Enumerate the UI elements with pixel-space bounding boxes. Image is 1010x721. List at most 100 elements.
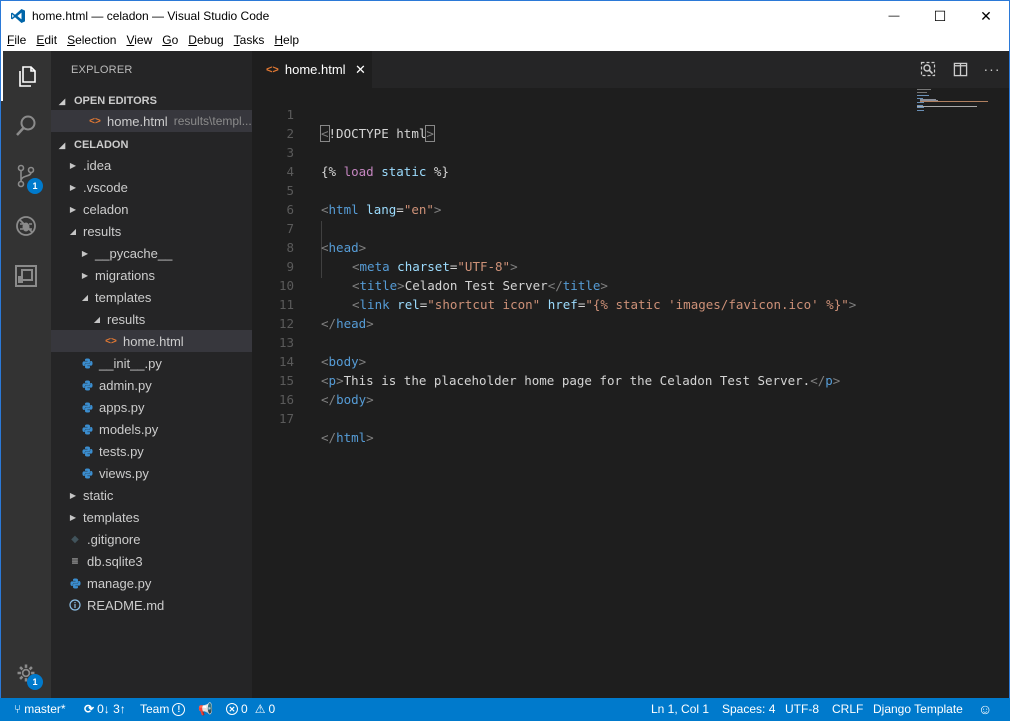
editor-tab-home-html[interactable]: <> home.html ✕ bbox=[252, 51, 372, 88]
menu-help[interactable]: Help bbox=[268, 30, 303, 51]
punc: </ bbox=[321, 430, 337, 445]
code-line-12: 12 bbox=[252, 295, 912, 331]
search-view-button[interactable] bbox=[1, 101, 51, 151]
indentation-label: Spaces: 4 bbox=[722, 702, 776, 716]
menu-selection-label: election bbox=[75, 33, 117, 47]
menu-debug[interactable]: Debug bbox=[182, 30, 227, 51]
tree-folder[interactable]: ▶ .idea bbox=[51, 154, 252, 176]
code-editor[interactable]: 1 <!DOCTYPE html> 2 3 {% load static %} … bbox=[252, 88, 1010, 698]
git-sync-item[interactable]: ⟳ 0↓ 3↑ bbox=[84, 702, 126, 716]
menu-file[interactable]: File bbox=[1, 30, 30, 51]
info-icon: ! bbox=[172, 702, 186, 716]
tree-label: celadon bbox=[83, 201, 129, 217]
tree-file[interactable]: manage.py bbox=[51, 572, 252, 594]
chevron-down-icon: ◢ bbox=[59, 140, 66, 150]
tree-file[interactable]: ◆ .gitignore bbox=[51, 528, 252, 550]
project-header[interactable]: ◢ CELADON bbox=[51, 132, 252, 154]
team-item[interactable]: Team ! bbox=[140, 702, 186, 716]
tree-file[interactable]: models.py bbox=[51, 418, 252, 440]
python-file-icon bbox=[67, 575, 83, 591]
code-line-1: 1 <!DOCTYPE html> bbox=[252, 86, 912, 142]
cursor-position: Ln 1, Col 1 bbox=[651, 702, 710, 716]
maximize-button[interactable]: ☐ bbox=[917, 1, 963, 31]
code-line-17: 17 </html> bbox=[252, 390, 912, 445]
code-line-5: 5 <html lang="en"> bbox=[252, 162, 912, 217]
activity-bar: 1 1 bbox=[0, 51, 51, 698]
explorer-view-button[interactable] bbox=[1, 51, 51, 101]
python-file-icon bbox=[79, 355, 95, 371]
tag-name: html bbox=[336, 430, 367, 445]
tree-folder[interactable]: ◢ templates bbox=[51, 286, 252, 308]
split-editor-button[interactable] bbox=[951, 60, 969, 78]
tree-file[interactable]: views.py bbox=[51, 462, 252, 484]
manage-settings-button[interactable]: 1 bbox=[1, 648, 51, 698]
open-preview-button[interactable] bbox=[919, 60, 937, 78]
more-actions-button[interactable]: ··· bbox=[983, 60, 1001, 78]
extensions-icon bbox=[15, 265, 37, 287]
tree-label: templates bbox=[95, 289, 152, 305]
language-mode-item[interactable]: Django Template bbox=[873, 702, 963, 716]
encoding-item[interactable]: UTF-8 bbox=[785, 702, 819, 716]
tree-file[interactable]: ≡ db.sqlite3 bbox=[51, 550, 252, 572]
tree-label: README.md bbox=[87, 597, 165, 613]
python-file-icon bbox=[79, 399, 95, 415]
menu-go[interactable]: Go bbox=[156, 30, 182, 51]
sync-label: 0↓ 3↑ bbox=[97, 702, 126, 716]
minimize-icon: — bbox=[888, 10, 900, 22]
menu-edit-label: dit bbox=[44, 33, 58, 47]
cursor-position-item[interactable]: Ln 1, Col 1 bbox=[651, 702, 709, 716]
eol-item[interactable]: CRLF bbox=[832, 702, 863, 716]
files-icon bbox=[19, 66, 36, 87]
close-window-button[interactable]: ✕ bbox=[963, 1, 1009, 31]
tree-folder[interactable]: ◢ results bbox=[51, 220, 252, 242]
tree-file[interactable]: README.md bbox=[51, 594, 252, 616]
explorer-sidebar: EXPLORER ◢ OPEN EDITORS <> home.html res… bbox=[51, 51, 252, 698]
tree-folder[interactable]: ▶ .vscode bbox=[51, 176, 252, 198]
code-line-6: 6 bbox=[252, 181, 912, 217]
source-control-view-button[interactable]: 1 bbox=[1, 151, 51, 201]
chevron-right-icon: ▶ bbox=[69, 160, 77, 170]
feedback-item[interactable]: 📢 bbox=[198, 702, 213, 716]
tree-file[interactable]: __init__.py bbox=[51, 352, 252, 374]
info-file-icon bbox=[67, 597, 83, 613]
open-editors-header[interactable]: ◢ OPEN EDITORS bbox=[51, 88, 252, 110]
code-line-13: 13 <body> bbox=[252, 314, 912, 369]
debug-view-button[interactable] bbox=[1, 201, 51, 251]
open-editor-item[interactable]: <> home.html results\templ... bbox=[51, 110, 252, 132]
indentation-item[interactable]: Spaces: 4 bbox=[722, 702, 775, 716]
tree-folder[interactable]: ▶ celadon bbox=[51, 198, 252, 220]
minimize-button[interactable]: — bbox=[871, 1, 917, 31]
tree-folder[interactable]: ▶ static bbox=[51, 484, 252, 506]
extensions-view-button[interactable] bbox=[1, 251, 51, 301]
tree-folder[interactable]: ▶ __pycache__ bbox=[51, 242, 252, 264]
tree-label: __pycache__ bbox=[95, 245, 173, 261]
menu-view[interactable]: View bbox=[120, 30, 156, 51]
tree-label: .gitignore bbox=[87, 531, 141, 547]
chevron-down-icon: ◢ bbox=[69, 226, 77, 236]
feedback-smiley-button[interactable]: ☺ bbox=[978, 701, 992, 717]
tree-label: .vscode bbox=[83, 179, 128, 195]
search-icon bbox=[16, 115, 36, 136]
encoding-label: UTF-8 bbox=[785, 702, 819, 716]
tree-folder[interactable]: ▶ templates bbox=[51, 506, 252, 528]
menu-edit[interactable]: Edit bbox=[30, 30, 61, 51]
menu-selection[interactable]: Selection bbox=[61, 30, 120, 51]
tree-file[interactable]: tests.py bbox=[51, 440, 252, 462]
code-line-10: 10 <link rel="shortcut icon" href="{% st… bbox=[252, 257, 912, 312]
git-branch-item[interactable]: ⑂ master* bbox=[14, 702, 66, 716]
tree-file[interactable]: apps.py bbox=[51, 396, 252, 418]
smiley-icon: ☺ bbox=[978, 701, 993, 717]
open-editors-label: OPEN EDITORS bbox=[74, 95, 157, 107]
tree-folder[interactable]: ▶ migrations bbox=[51, 264, 252, 286]
minimap[interactable] bbox=[915, 88, 995, 118]
close-tab-icon[interactable]: ✕ bbox=[355, 62, 366, 78]
tree-folder[interactable]: ◢ results bbox=[51, 308, 252, 330]
tree-file-active[interactable]: <> home.html bbox=[51, 330, 252, 352]
maximize-icon: ☐ bbox=[933, 7, 947, 24]
problems-item[interactable]: ✕ 0 ⚠ 0 bbox=[226, 702, 275, 716]
chevron-right-icon: ▶ bbox=[69, 490, 77, 500]
code-line-15: 15 </body> bbox=[252, 352, 912, 407]
branch-label: master* bbox=[24, 702, 66, 716]
tree-file[interactable]: admin.py bbox=[51, 374, 252, 396]
menu-tasks[interactable]: Tasks bbox=[228, 30, 269, 51]
